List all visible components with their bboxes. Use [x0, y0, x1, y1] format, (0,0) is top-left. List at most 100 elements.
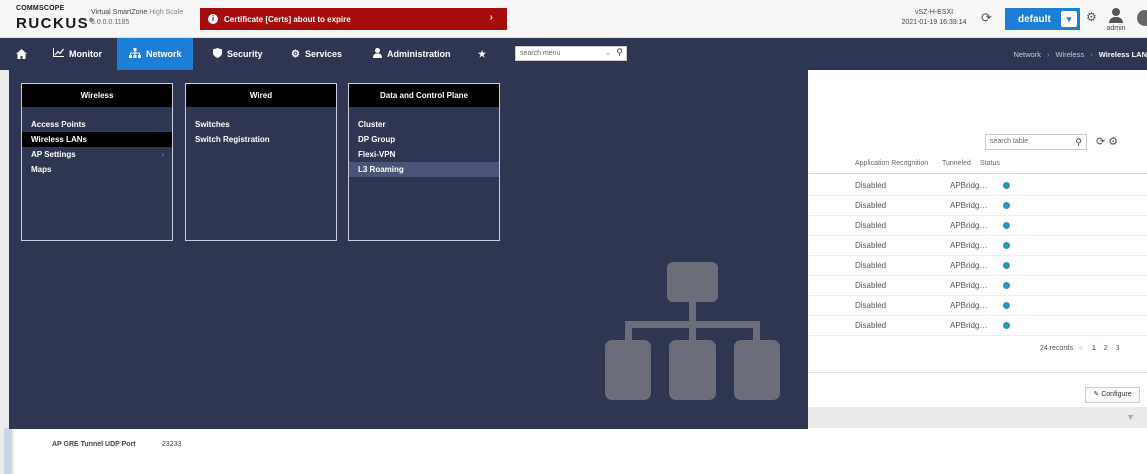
user-icon — [1112, 8, 1120, 16]
page-number[interactable]: 1 — [1092, 345, 1096, 352]
menu-item-access-points[interactable]: Access Points — [22, 117, 172, 132]
network-mega-menu: Wireless Access Points Wireless LANs AP … — [9, 70, 808, 429]
previous-page-icon[interactable]: « — [1079, 345, 1083, 352]
chevron-down-icon: ⌄ — [605, 50, 611, 57]
nav-administration-label: Administration — [387, 49, 451, 59]
column-header[interactable]: Application Recognition — [855, 160, 928, 167]
search-icon[interactable]: ⚲ — [616, 46, 623, 59]
nav-services[interactable]: ⚙ Services — [281, 38, 352, 70]
commscope-wordmark: COMMSCOPE — [16, 5, 65, 12]
search-icon[interactable]: ⚲ — [1075, 135, 1082, 149]
pencil-icon: ✎ — [1093, 391, 1100, 398]
info-icon: i — [208, 14, 218, 24]
collapse-triangle-icon[interactable]: ▼ — [1126, 412, 1135, 422]
menu-item-flexi-vpn[interactable]: Flexi-VPN — [349, 147, 499, 162]
menu-column-title: Wired — [186, 84, 336, 107]
breadcrumb-item[interactable]: Network — [1013, 50, 1041, 59]
configure-button[interactable]: ✎ Configure — [1085, 387, 1140, 403]
gear-icon[interactable]: ⚙ — [1108, 136, 1118, 148]
nav-network-label: Network — [146, 49, 182, 59]
table-row[interactable]: Disabled APBridg… — [808, 316, 1147, 336]
menu-column-wired: Wired Switches Switch Registration — [185, 83, 337, 241]
sitemap-icon — [129, 47, 141, 61]
column-header[interactable]: Status — [980, 160, 1000, 167]
status-dot — [1003, 222, 1010, 229]
table-header: Application Recognition Tunneled Status — [808, 154, 1147, 174]
chevron-right-icon[interactable]: › — [490, 12, 493, 23]
product-version: 6.0.0.0.1185 — [91, 19, 130, 26]
menu-item-cluster[interactable]: Cluster — [349, 117, 499, 132]
records-count: 24 records — [1040, 345, 1074, 352]
field-value: 23233 — [162, 441, 182, 448]
gear-icon[interactable]: ⚙ — [1086, 10, 1097, 24]
product-info: Virtual SmartZone High Scale 6.0.0.0.118… — [91, 8, 183, 28]
configure-label: Configure — [1101, 391, 1132, 398]
status-dot — [1003, 262, 1010, 269]
status-dot — [1003, 302, 1010, 309]
refresh-icon[interactable]: ⟳ — [1096, 136, 1105, 148]
page-number[interactable]: 2 — [1104, 345, 1108, 352]
nav-administration[interactable]: Administration — [363, 38, 461, 70]
host-info: vSZ-H-ESXI 2021-01-19 16:39:14 — [898, 8, 970, 28]
domain-label: default — [1018, 13, 1051, 25]
product-suffix: High Scale — [149, 9, 184, 16]
column-header[interactable]: Tunneled — [942, 160, 971, 167]
ruckus-wordmark: RUCKUS® — [16, 15, 94, 32]
table-row[interactable]: Disabled APBridg… — [808, 236, 1147, 256]
menu-item-ap-settings[interactable]: AP Settings › — [22, 147, 172, 162]
shield-icon — [213, 47, 222, 61]
host-name: vSZ-H-ESXI — [914, 9, 954, 16]
ruckus-logo[interactable]: COMMSCOPE RUCKUS® — [16, 5, 94, 33]
breadcrumb-item[interactable]: Wireless — [1055, 50, 1084, 59]
menu-item-dp-group[interactable]: DP Group — [349, 132, 499, 147]
network-sitemap-illustration-icon — [605, 262, 780, 400]
main-nav: Monitor Network Security ⚙ Services Admi… — [0, 38, 1147, 70]
menu-item-maps[interactable]: Maps — [22, 162, 172, 177]
menu-column-title: Data and Control Plane — [349, 84, 499, 107]
menu-item-switches[interactable]: Switches — [186, 117, 336, 132]
chevron-right-icon: › — [161, 150, 164, 159]
status-dot — [1003, 282, 1010, 289]
section-header[interactable]: ▼ — [808, 407, 1147, 428]
nav-network[interactable]: Network — [117, 38, 193, 70]
certificate-alert-banner[interactable]: i Certificate [Certs] about to expire › — [200, 8, 507, 30]
status-dot — [1003, 202, 1010, 209]
breadcrumb-current: Wireless LAN — [1098, 49, 1147, 59]
chart-line-icon — [53, 48, 64, 60]
user-icon — [373, 47, 382, 61]
host-time: 2021-01-19 16:39:14 — [901, 19, 967, 26]
nav-security-label: Security — [227, 49, 263, 59]
breadcrumb: Network › Wireless › Wireless LAN — [1013, 49, 1147, 59]
status-dot — [1003, 322, 1010, 329]
nav-services-label: Services — [304, 49, 343, 59]
table-row[interactable]: Disabled APBridg… — [808, 176, 1147, 196]
table-row[interactable]: Disabled APBridg… — [808, 276, 1147, 296]
table-row[interactable]: Disabled APBridg… — [808, 256, 1147, 276]
chevron-down-icon: ▾ — [1061, 11, 1077, 27]
favorites-star-icon[interactable]: ★ — [468, 38, 496, 70]
search-table-input[interactable]: search table ⚲ — [985, 134, 1087, 150]
menu-column-data-control-plane: Data and Control Plane Cluster DP Group … — [348, 83, 500, 241]
menu-item-l3-roaming[interactable]: L3 Roaming — [349, 162, 499, 177]
nav-monitor[interactable]: Monitor — [43, 38, 112, 70]
table-row[interactable]: Disabled APBridg… — [808, 296, 1147, 316]
menu-item-switch-registration[interactable]: Switch Registration — [186, 132, 336, 147]
status-dot — [1003, 182, 1010, 189]
nav-security[interactable]: Security — [203, 38, 273, 70]
table-row[interactable]: Disabled APBridg… — [808, 196, 1147, 216]
refresh-icon[interactable]: ⟳ — [981, 10, 992, 26]
gears-icon: ⚙ — [291, 48, 300, 60]
alert-text: Certificate [Certs] about to expire — [224, 14, 351, 24]
page-number[interactable]: 3 — [1116, 345, 1120, 352]
search-menu-placeholder: search menu — [520, 50, 561, 57]
status-dot — [1003, 242, 1010, 249]
search-menu-input[interactable]: search menu ⌄ ⚲ — [515, 46, 627, 61]
help-icon[interactable] — [1137, 10, 1147, 26]
user-label: admin — [1106, 25, 1126, 32]
domain-selector[interactable]: default ▾ — [1005, 8, 1080, 30]
table-row[interactable]: Disabled APBridg… — [808, 216, 1147, 236]
home-icon[interactable] — [6, 38, 37, 70]
field-label: AP GRE Tunnel UDP Port — [52, 441, 136, 448]
user-menu[interactable]: admin — [1103, 4, 1129, 32]
menu-item-wireless-lans[interactable]: Wireless LANs — [22, 132, 172, 147]
